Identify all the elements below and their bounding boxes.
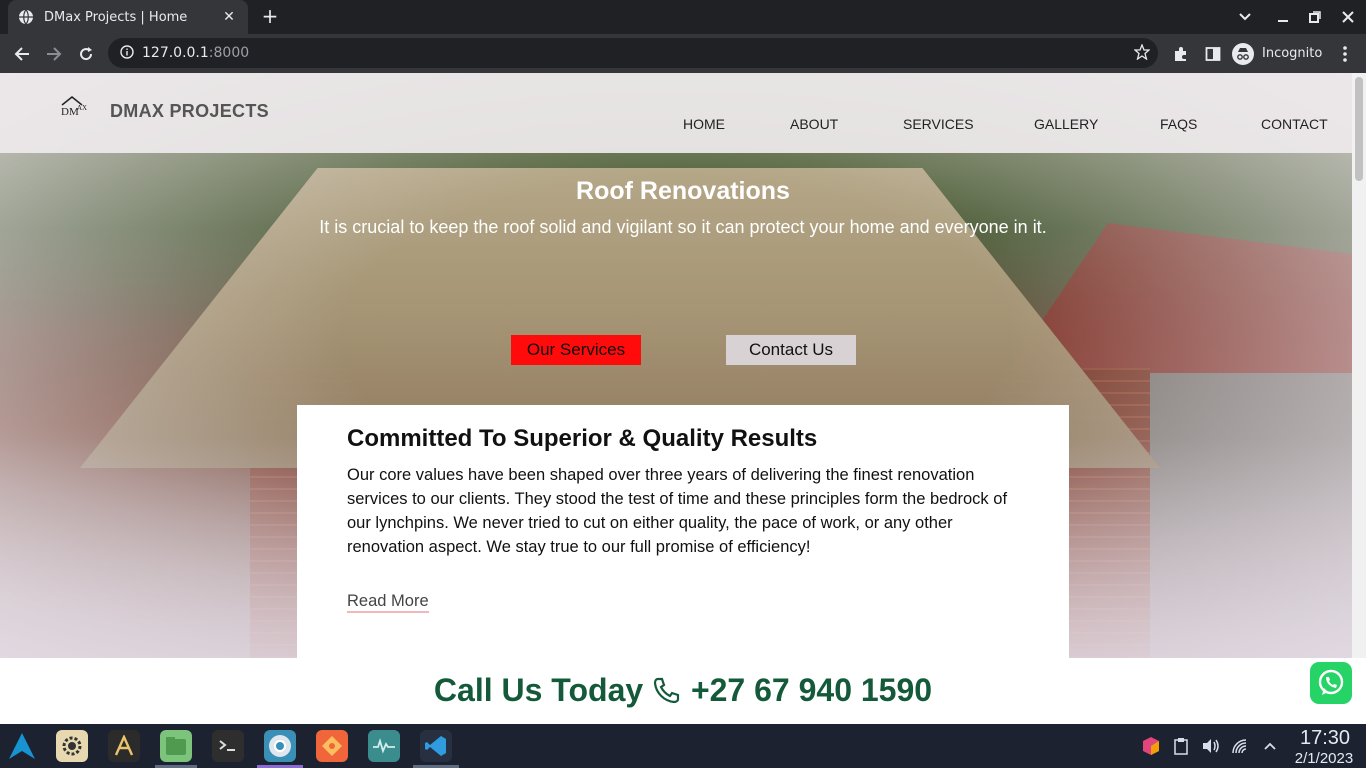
browser-tab-active[interactable]: DMax Projects | Home ✕ [8, 0, 248, 34]
our-services-button[interactable]: Our Services [511, 335, 641, 365]
nav-gallery[interactable]: GALLERY [1034, 116, 1098, 132]
clock-time[interactable]: 17:30 [1290, 727, 1360, 750]
contact-us-button[interactable]: Contact Us [726, 335, 856, 365]
network-icon[interactable] [1231, 736, 1251, 756]
terminal-icon[interactable] [212, 730, 244, 762]
browser-menu-icon[interactable] [1332, 41, 1358, 67]
card-title: Committed To Superior & Quality Results [347, 425, 818, 452]
clock-date[interactable]: 2/1/2023 [1286, 750, 1362, 767]
page-scrollbar[interactable] [1352, 73, 1366, 658]
minimize-icon[interactable] [1267, 0, 1299, 34]
chromium-browser-icon[interactable] [264, 730, 296, 762]
chevron-up-icon[interactable] [1260, 736, 1280, 756]
whatsapp-icon[interactable] [1310, 662, 1352, 704]
web-page: DM AX DMAX PROJECTS HOME ABOUT SERVICES G… [0, 73, 1366, 724]
reload-icon[interactable] [73, 41, 99, 67]
incognito-icon [1232, 42, 1254, 65]
url-port: :8000 [208, 45, 250, 61]
address-bar[interactable]: 127.0.0.1:8000 [108, 38, 1158, 68]
hero-subtitle: It is crucial to keep the roof solid and… [319, 217, 1047, 237]
close-window-icon[interactable] [1332, 0, 1364, 34]
close-tab-icon[interactable]: ✕ [220, 9, 238, 25]
call-label: Call Us Today [433, 672, 644, 708]
nav-services[interactable]: SERVICES [903, 116, 974, 132]
incognito-indicator[interactable]: Incognito [1232, 40, 1322, 67]
scrollbar-thumb[interactable] [1355, 77, 1363, 181]
tab-search-icon[interactable] [1229, 0, 1261, 34]
call-banner: Call Us Today +27 67 940 1590 [0, 658, 1366, 724]
svg-text:AX: AX [77, 104, 87, 112]
phone-icon [652, 672, 691, 708]
dmax-logo-icon[interactable]: DM AX [60, 95, 92, 119]
nav-contact[interactable]: CONTACT [1261, 116, 1328, 132]
bookmark-star-icon[interactable] [1133, 43, 1151, 64]
file-manager-icon[interactable] [160, 730, 192, 762]
volume-icon[interactable] [1201, 736, 1221, 756]
restore-icon[interactable] [1299, 0, 1331, 34]
forward-arrow-icon[interactable] [41, 41, 67, 67]
browser-toolbar: 127.0.0.1:8000 Incognito [0, 34, 1366, 73]
extensions-puzzle-icon[interactable] [1168, 41, 1194, 67]
system-monitor-icon[interactable] [368, 730, 400, 762]
start-menu-icon[interactable] [6, 730, 38, 762]
clipboard-icon[interactable] [1171, 736, 1191, 756]
vscode-icon[interactable] [420, 730, 452, 762]
git-client-icon[interactable] [316, 730, 348, 762]
call-banner-text[interactable]: Call Us Today +27 67 940 1590 [0, 672, 1366, 709]
site-header: DM AX DMAX PROJECTS HOME ABOUT SERVICES G… [0, 73, 1352, 153]
settings-app-icon[interactable] [56, 730, 88, 762]
globe-icon [18, 9, 34, 25]
profile-label: Incognito [1262, 46, 1323, 61]
browser-tab-strip: DMax Projects | Home ✕ + [0, 0, 1366, 34]
tab-title: DMax Projects | Home [44, 9, 188, 25]
nav-home[interactable]: HOME [683, 116, 725, 132]
os-taskbar: 17:30 2/1/2023 [0, 724, 1366, 768]
back-arrow-icon[interactable] [9, 41, 35, 67]
nav-about[interactable]: ABOUT [790, 116, 838, 132]
url-host: 127.0.0.1 [142, 45, 209, 61]
app-cube-tray-icon[interactable] [1141, 736, 1161, 756]
hero-title: Roof Renovations [576, 177, 790, 205]
site-brand-name[interactable]: DMAX PROJECTS [110, 101, 269, 122]
info-icon[interactable] [120, 44, 134, 63]
text-editor-icon[interactable] [108, 730, 140, 762]
card-body: Our core values have been shaped over th… [347, 466, 1008, 556]
side-panel-icon[interactable] [1200, 41, 1226, 67]
read-more-link[interactable]: Read More [347, 592, 429, 613]
new-tab-button[interactable]: + [258, 5, 282, 29]
phone-number: +27 67 940 1590 [690, 672, 933, 708]
nav-faqs[interactable]: FAQS [1160, 116, 1197, 132]
values-card: Committed To Superior & Quality Results … [297, 405, 1069, 665]
